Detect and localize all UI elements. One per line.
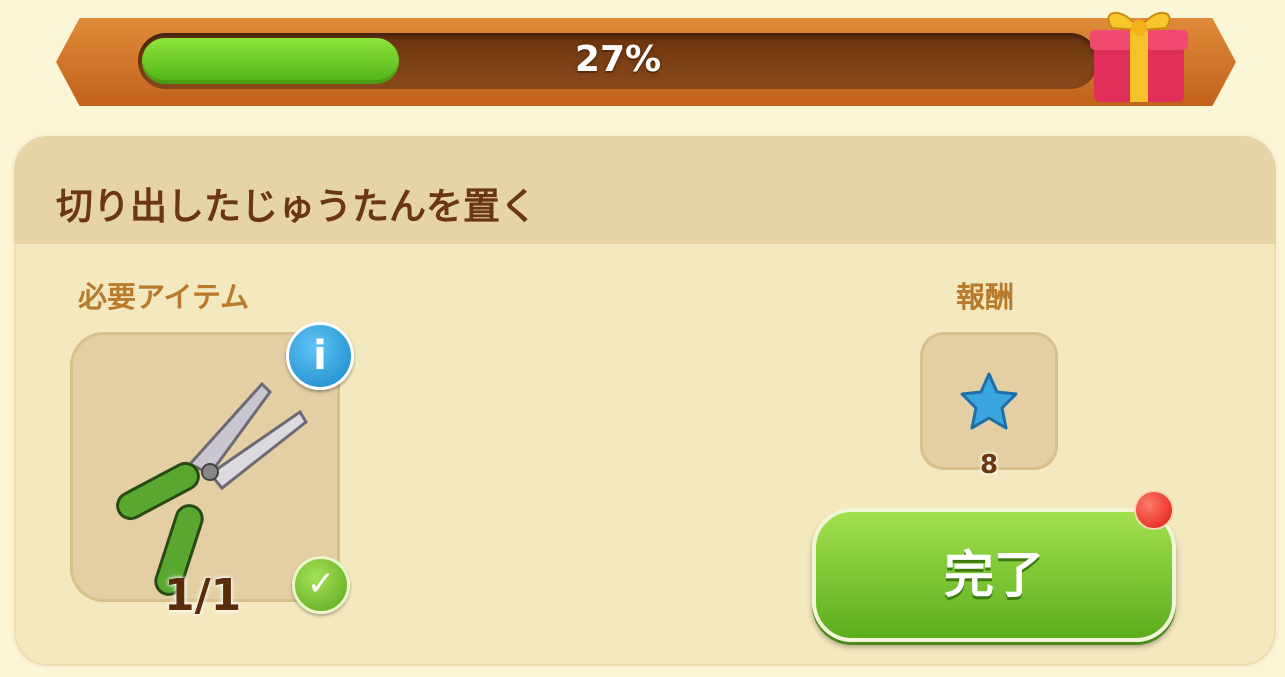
task-title: 切り出したじゅうたんを置く [56,185,537,228]
reward-label: 報酬 [956,280,1015,314]
task-panel: 切り出したじゅうたんを置く 必要アイテム i 1/1 ✓ 報酬 8 完了 [14,136,1276,666]
task-header: 切り出したじゅうたんを置く [14,136,1276,244]
notification-badge [1134,490,1174,530]
progress-percent: 27% [574,39,662,80]
item-count: 1/1 [164,570,242,621]
complete-button[interactable]: 完了 [812,508,1176,642]
gift-box-icon[interactable] [1084,0,1194,110]
progress-track: 27% [138,33,1098,89]
info-icon[interactable]: i [286,322,354,390]
required-items-label: 必要アイテム [78,280,250,314]
reward-amount: 8 [979,450,999,480]
check-icon: ✓ [292,556,350,614]
